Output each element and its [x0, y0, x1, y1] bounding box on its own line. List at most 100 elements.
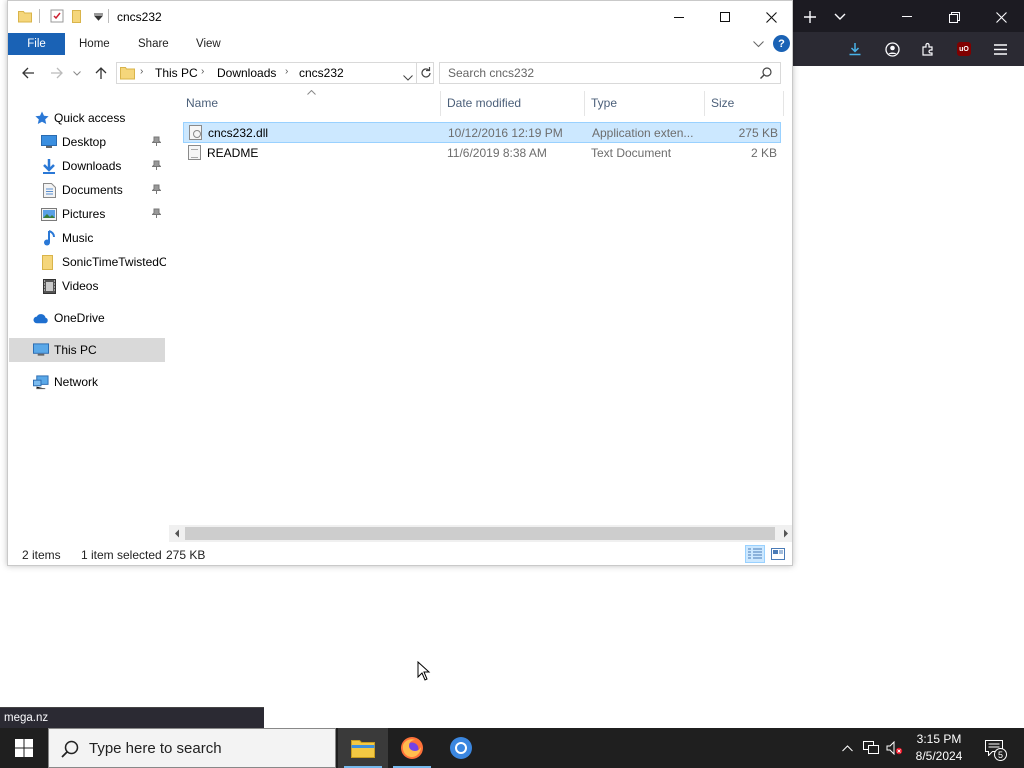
- scrollbar-thumb[interactable]: [185, 527, 775, 540]
- file-row[interactable]: README 11/6/2019 8:38 AM Text Document 2…: [183, 143, 781, 164]
- refresh-icon[interactable]: [420, 66, 432, 82]
- separator: [416, 63, 417, 83]
- minimize-icon[interactable]: [898, 8, 916, 26]
- close-button[interactable]: [748, 1, 792, 33]
- nav-videos[interactable]: Videos: [9, 274, 165, 298]
- maximize-button[interactable]: [702, 1, 748, 33]
- column-divider[interactable]: [704, 91, 705, 116]
- pin-icon[interactable]: [151, 184, 162, 196]
- breadcrumb-downloads[interactable]: Downloads: [217, 66, 276, 80]
- downloads-icon[interactable]: [846, 40, 864, 58]
- explorer-titlebar[interactable]: cncs232: [8, 1, 792, 33]
- ublock-icon[interactable]: uO: [955, 40, 973, 58]
- nav-label: Downloads: [62, 159, 122, 173]
- downloads-icon: [41, 158, 57, 174]
- nav-onedrive[interactable]: OneDrive: [9, 306, 165, 330]
- new-folder-icon[interactable]: [72, 9, 86, 26]
- large-icons-view-button[interactable]: [768, 545, 788, 563]
- restore-icon[interactable]: [945, 8, 963, 26]
- videos-icon: [41, 278, 57, 294]
- nav-sonictimetwistedc[interactable]: SonicTimeTwistedC: [9, 250, 166, 274]
- nav-music[interactable]: Music: [9, 226, 165, 250]
- file-date: 11/6/2019 8:38 AM: [447, 146, 547, 160]
- taskbar-browser[interactable]: [436, 728, 486, 768]
- nav-label: Pictures: [62, 207, 106, 221]
- selection-size: 275 KB: [166, 548, 206, 562]
- nav-quick-access[interactable]: Quick access: [9, 106, 165, 130]
- forward-button[interactable]: [46, 64, 66, 82]
- scroll-right-icon[interactable]: [778, 526, 792, 541]
- start-button[interactable]: [0, 728, 48, 768]
- close-icon[interactable]: [992, 8, 1010, 26]
- nav-desktop[interactable]: Desktop: [9, 130, 165, 154]
- clock-time: 3:15 PM: [916, 732, 962, 746]
- scroll-left-icon[interactable]: [169, 526, 185, 541]
- search-placeholder: Search cncs232: [448, 66, 535, 80]
- list-tabs-icon[interactable]: [831, 8, 849, 26]
- pin-icon[interactable]: [151, 160, 162, 172]
- nav-this-pc[interactable]: This PC: [9, 338, 165, 362]
- help-button[interactable]: ?: [773, 35, 790, 52]
- tab-home[interactable]: Home: [79, 33, 110, 55]
- nav-network[interactable]: Network: [9, 370, 165, 394]
- extensions-icon[interactable]: [919, 40, 937, 58]
- properties-icon[interactable]: [50, 9, 64, 26]
- file-type: Text Document: [591, 146, 672, 160]
- chevron-right-icon: ›: [201, 66, 205, 77]
- nav-label: Music: [62, 231, 94, 245]
- up-button[interactable]: [91, 64, 111, 82]
- pictures-icon: [41, 206, 57, 222]
- recent-locations-button[interactable]: [70, 64, 84, 82]
- search-input[interactable]: Search cncs232: [439, 62, 781, 84]
- tab-share[interactable]: Share: [138, 33, 169, 55]
- taskbar-search-input[interactable]: Type here to search: [48, 728, 336, 768]
- taskbar-file-explorer[interactable]: [338, 728, 388, 768]
- breadcrumb-cncs232[interactable]: cncs232: [299, 66, 344, 80]
- minimize-button[interactable]: [656, 1, 702, 33]
- nav-label: Network: [54, 375, 99, 389]
- address-dropdown-icon[interactable]: [403, 70, 413, 84]
- taskbar-firefox[interactable]: [387, 728, 437, 768]
- address-bar[interactable]: › This PC › Downloads › cncs232: [116, 62, 434, 84]
- customize-quick-access-icon[interactable]: [93, 11, 104, 25]
- show-hidden-icons-button[interactable]: [838, 728, 856, 768]
- back-button[interactable]: [18, 64, 38, 82]
- horizontal-scrollbar[interactable]: [169, 525, 792, 542]
- network-tray-icon[interactable]: [861, 728, 881, 768]
- new-tab-icon[interactable]: [801, 8, 819, 26]
- tab-file[interactable]: File: [8, 33, 65, 55]
- separator: [39, 9, 40, 23]
- column-divider[interactable]: [783, 91, 784, 116]
- pin-icon[interactable]: [151, 208, 162, 220]
- file-name: cncs232.dll: [208, 126, 269, 140]
- column-type[interactable]: Type: [591, 91, 617, 116]
- expand-ribbon-icon[interactable]: [753, 37, 764, 51]
- mouse-cursor-icon: [417, 661, 431, 681]
- nav-downloads[interactable]: Downloads: [9, 154, 165, 178]
- search-icon[interactable]: [760, 67, 772, 82]
- pin-icon[interactable]: [151, 136, 162, 148]
- file-row[interactable]: cncs232.dll 10/12/2016 12:19 PM Applicat…: [183, 122, 781, 143]
- nav-documents[interactable]: Documents: [9, 178, 165, 202]
- search-icon: [61, 740, 79, 761]
- clock[interactable]: 3:15 PM 8/5/2024: [905, 731, 973, 765]
- nav-label: Desktop: [62, 135, 107, 149]
- folder-icon: [18, 9, 32, 26]
- details-view-button[interactable]: [745, 545, 765, 563]
- column-date-modified[interactable]: Date modified: [447, 91, 521, 116]
- column-divider[interactable]: [584, 91, 585, 116]
- volume-muted-icon[interactable]: [884, 728, 904, 768]
- nav-label: Documents: [62, 183, 123, 197]
- nav-pictures[interactable]: Pictures: [9, 202, 165, 226]
- menu-icon[interactable]: [991, 40, 1009, 58]
- notification-center-button[interactable]: 5: [980, 728, 1008, 768]
- status-bar: 2 items 1 item selected 275 KB: [8, 542, 792, 565]
- column-name[interactable]: Name: [186, 91, 218, 116]
- separator: [108, 9, 109, 23]
- column-divider[interactable]: [440, 91, 441, 116]
- nav-label: Videos: [62, 279, 99, 293]
- breadcrumb-this-pc[interactable]: This PC: [155, 66, 198, 80]
- account-icon[interactable]: [883, 40, 901, 58]
- column-size[interactable]: Size: [711, 91, 734, 116]
- tab-view[interactable]: View: [196, 33, 221, 55]
